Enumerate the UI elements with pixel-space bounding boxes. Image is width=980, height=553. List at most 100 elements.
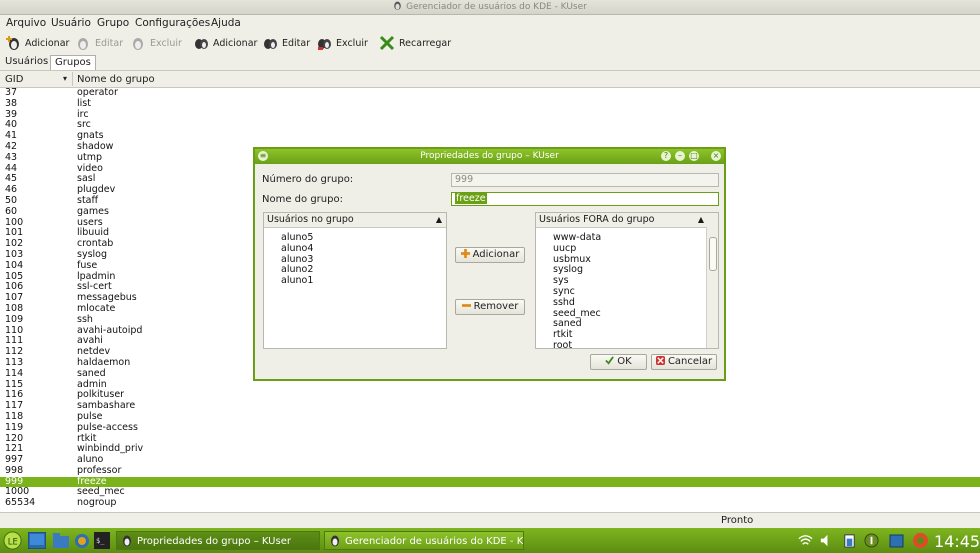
table-row[interactable]: 41 gnats bbox=[0, 130, 980, 142]
desktop-icon[interactable] bbox=[28, 532, 46, 549]
folder-icon[interactable] bbox=[53, 533, 69, 548]
edit-user-button[interactable]: Editar bbox=[75, 34, 123, 52]
status-text: Pronto bbox=[721, 515, 754, 526]
menu-grupo[interactable]: Grupo bbox=[97, 17, 129, 29]
table-row[interactable]: 1000 seed_mec bbox=[0, 487, 980, 498]
group-name-field[interactable]: freeze bbox=[451, 192, 719, 206]
kde-menu-icon[interactable]: LE bbox=[3, 531, 22, 550]
table-row[interactable]: 120 rtkit bbox=[0, 433, 980, 445]
browser-icon[interactable] bbox=[74, 532, 90, 549]
menu-ajuda[interactable]: Ajuda bbox=[211, 17, 241, 29]
menu-arquivo[interactable]: Arquivo bbox=[6, 17, 46, 29]
group-name-cell: saned bbox=[77, 367, 106, 379]
scrollbar-thumb[interactable] bbox=[709, 237, 717, 271]
column-gid[interactable]: GID bbox=[5, 74, 23, 85]
maximize-icon[interactable]: □ bbox=[689, 151, 699, 161]
remove-member-button[interactable]: Remover bbox=[455, 299, 525, 315]
volume-icon[interactable] bbox=[819, 533, 834, 548]
list-item[interactable]: www-data bbox=[553, 232, 601, 243]
users-in-group-list[interactable]: Usuários no grupo ▲ aluno5 aluno4 aluno3 alu… bbox=[263, 212, 447, 349]
help-lifebuoy-icon[interactable] bbox=[912, 532, 929, 549]
minus-icon bbox=[461, 304, 471, 307]
gid-cell: 119 bbox=[5, 421, 24, 433]
table-row[interactable]: 117 sambashare bbox=[0, 400, 980, 412]
table-row[interactable]: 38 list bbox=[0, 97, 980, 110]
list-item[interactable]: sshd bbox=[553, 297, 575, 308]
gid-cell: 60 bbox=[5, 205, 18, 217]
task-group-properties[interactable]: Propriedades do grupo – KUser bbox=[116, 531, 320, 550]
add-group-icon bbox=[195, 39, 208, 49]
list-item[interactable]: aluno2 bbox=[281, 264, 313, 275]
help-icon[interactable]: ? bbox=[661, 151, 671, 161]
list-item[interactable]: syslog bbox=[553, 264, 583, 275]
table-row[interactable]: 119 pulse-access bbox=[0, 421, 980, 434]
menu-configuracoes[interactable]: Configurações bbox=[135, 17, 210, 29]
terminal-icon[interactable]: $_ bbox=[94, 532, 110, 549]
ok-button[interactable]: OK bbox=[590, 354, 647, 370]
scrollbar[interactable] bbox=[706, 227, 718, 348]
group-properties-dialog: ≡ Propriedades do grupo – KUser ? – □ × … bbox=[253, 147, 726, 381]
cancel-icon bbox=[655, 356, 665, 365]
wifi-icon[interactable] bbox=[798, 533, 813, 548]
group-name-value: freeze bbox=[455, 193, 487, 204]
group-name-label: Nome do grupo: bbox=[262, 194, 343, 205]
dialog-menu-icon[interactable]: ≡ bbox=[258, 151, 268, 161]
list-item[interactable]: sync bbox=[553, 286, 575, 297]
list-item[interactable]: usbmux bbox=[553, 254, 591, 265]
kuser-icon bbox=[394, 1, 401, 10]
reload-button[interactable]: Recarregar bbox=[379, 34, 451, 52]
group-number-field: 999 bbox=[451, 173, 719, 187]
cancel-button[interactable]: Cancelar bbox=[651, 354, 717, 370]
group-name-cell: games bbox=[77, 205, 109, 217]
users-outside-group-list[interactable]: Usuários FORA do grupo ▲ www-data uucp usbm… bbox=[535, 212, 719, 351]
battery-icon[interactable] bbox=[842, 533, 857, 548]
dialog-title: Propriedades do grupo – KUser bbox=[420, 151, 559, 161]
add-member-button[interactable]: Adicionar bbox=[455, 247, 525, 263]
add-group-button[interactable]: Adicionar bbox=[193, 34, 257, 52]
table-row[interactable]: 118 pulse bbox=[0, 411, 980, 423]
list-item[interactable]: rtkit bbox=[553, 329, 573, 340]
svg-text:$_: $_ bbox=[96, 537, 105, 545]
delete-user-button[interactable]: Excluir bbox=[130, 34, 182, 52]
table-row[interactable]: 65534 nogroup bbox=[0, 497, 980, 509]
list-item[interactable]: aluno1 bbox=[281, 275, 313, 286]
table-row[interactable]: 998 professor bbox=[0, 465, 980, 477]
menu-usuario[interactable]: Usuário bbox=[51, 17, 91, 29]
tab-usuarios[interactable]: Usuários bbox=[1, 55, 52, 69]
table-row[interactable]: 115 admin bbox=[0, 379, 980, 391]
task-user-manager[interactable]: Gerenciador de usuários do KDE - KUser bbox=[324, 531, 524, 550]
list-item[interactable]: uucp bbox=[553, 243, 576, 254]
notification-icon[interactable] bbox=[864, 533, 879, 548]
checkmark-icon bbox=[605, 356, 615, 365]
group-name-cell: fuse bbox=[77, 259, 98, 271]
tab-grupos[interactable]: Grupos bbox=[50, 55, 96, 70]
delete-group-button[interactable]: Excluir bbox=[316, 34, 368, 52]
list-item[interactable]: seed_mec bbox=[553, 308, 601, 319]
edit-group-button[interactable]: Editar bbox=[262, 34, 310, 52]
list-item[interactable]: root bbox=[553, 340, 572, 351]
table-row[interactable]: 116 polkituser bbox=[0, 390, 980, 401]
add-user-button[interactable]: Adicionar bbox=[5, 34, 69, 52]
minimize-icon[interactable]: – bbox=[675, 151, 685, 161]
list-item[interactable]: sys bbox=[553, 275, 569, 286]
table-row[interactable]: 997 aluno bbox=[0, 454, 980, 466]
list-header: GID ▾ Nome do grupo bbox=[0, 71, 980, 88]
status-bar: Pronto bbox=[0, 512, 980, 529]
cube-icon[interactable] bbox=[888, 532, 905, 549]
table-row[interactable]: 39 irc bbox=[0, 109, 980, 121]
table-row[interactable]: 40 src bbox=[0, 120, 980, 131]
close-icon[interactable]: × bbox=[711, 151, 721, 161]
in-group-header[interactable]: Usuários no grupo ▲ bbox=[264, 213, 446, 228]
out-group-header[interactable]: Usuários FORA do grupo ▲ bbox=[536, 213, 718, 228]
list-item[interactable]: aluno3 bbox=[281, 254, 313, 265]
column-name[interactable]: Nome do grupo bbox=[77, 74, 155, 85]
svg-text:LE: LE bbox=[8, 537, 18, 547]
table-row[interactable]: 121 winbindd_priv bbox=[0, 443, 980, 455]
list-item[interactable]: saned bbox=[553, 318, 582, 329]
group-name-cell: list bbox=[77, 97, 91, 109]
table-row[interactable]: 999 freeze bbox=[0, 476, 980, 488]
toolbar: Adicionar Editar Excluir Adicionar Edita… bbox=[0, 32, 980, 54]
table-row[interactable]: 37 operator bbox=[0, 87, 980, 99]
list-item[interactable]: aluno4 bbox=[281, 243, 313, 254]
list-item[interactable]: aluno5 bbox=[281, 232, 313, 243]
